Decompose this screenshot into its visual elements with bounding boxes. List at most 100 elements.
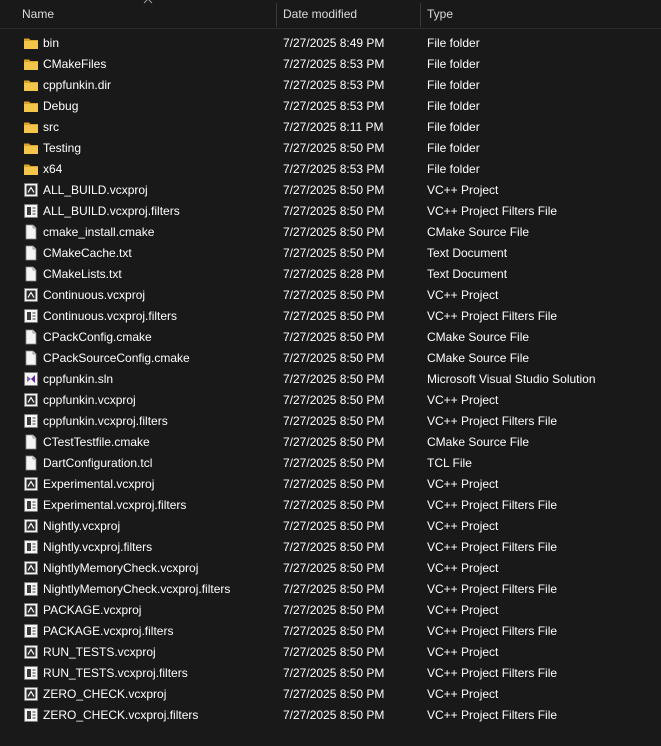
file-name[interactable]: RUN_TESTS.vcxproj [43, 642, 156, 663]
list-item[interactable]: cppfunkin.sln 7/27/2025 8:50 PM Microsoft … [0, 369, 661, 390]
file-name[interactable]: Debug [43, 96, 78, 117]
file-type: VC++ Project [427, 288, 499, 302]
column-divider[interactable] [276, 3, 277, 27]
file-name[interactable]: PACKAGE.vcxproj [43, 600, 141, 621]
filters-icon [23, 581, 39, 597]
document-icon [23, 350, 39, 366]
file-name[interactable]: CPackSourceConfig.cmake [43, 348, 190, 369]
list-item[interactable]: Continuous.vcxproj.filters 7/27/2025 8:50… [0, 306, 661, 327]
file-name[interactable]: cppfunkin.dir [43, 75, 111, 96]
list-item[interactable]: Experimental.vcxproj.filters 7/27/2025 8:… [0, 495, 661, 516]
filters-icon [23, 308, 39, 324]
vcxproj-icon [23, 392, 39, 408]
file-name[interactable]: Continuous.vcxproj [43, 285, 145, 306]
document-icon [23, 455, 39, 471]
file-name[interactable]: cppfunkin.vcxproj.filters [43, 411, 168, 432]
file-name[interactable]: ZERO_CHECK.vcxproj [43, 684, 166, 705]
list-item[interactable]: cppfunkin.vcxproj 7/27/2025 8:50 PM VC++ P… [0, 390, 661, 411]
file-date-modified: 7/27/2025 8:50 PM [283, 351, 385, 365]
file-type: VC++ Project Filters File [427, 204, 558, 218]
column-header-name[interactable]: Name [22, 0, 272, 29]
vcxproj-icon [23, 476, 39, 492]
file-name[interactable]: RUN_TESTS.vcxproj.filters [43, 663, 188, 684]
list-item[interactable]: NightlyMemoryCheck.vcxproj.filters 7/27/2… [0, 579, 661, 600]
file-name[interactable]: src [43, 117, 59, 138]
folder-icon [23, 56, 39, 72]
list-item[interactable]: src 7/27/2025 8:11 PM File folder [0, 117, 661, 138]
list-item[interactable]: CMakeFiles 7/27/2025 8:53 PM File folder [0, 54, 661, 75]
file-name[interactable]: ZERO_CHECK.vcxproj.filters [43, 705, 198, 726]
file-name[interactable]: PACKAGE.vcxproj.filters [43, 621, 173, 642]
file-name[interactable]: cppfunkin.sln [43, 369, 113, 390]
list-item[interactable]: bin 7/27/2025 8:49 PM File folder [0, 33, 661, 54]
file-type: VC++ Project Filters File [427, 708, 558, 722]
list-item[interactable]: Debug 7/27/2025 8:53 PM File folder [0, 96, 661, 117]
list-item[interactable]: PACKAGE.vcxproj 7/27/2025 8:50 PM VC++ Pro… [0, 600, 661, 621]
file-name[interactable]: cppfunkin.vcxproj [43, 390, 136, 411]
file-date-modified: 7/27/2025 8:50 PM [283, 582, 385, 596]
file-name[interactable]: bin [43, 33, 59, 54]
list-item[interactable]: Nightly.vcxproj 7/27/2025 8:50 PM VC++ Pro… [0, 516, 661, 537]
column-header: Name Date modified Type [0, 0, 661, 29]
file-type: CMake Source File [427, 351, 530, 365]
file-name[interactable]: Nightly.vcxproj [43, 516, 120, 537]
list-item[interactable]: RUN_TESTS.vcxproj 7/27/2025 8:50 PM VC++ P… [0, 642, 661, 663]
file-name[interactable]: CMakeFiles [43, 54, 106, 75]
list-item[interactable]: CPackSourceConfig.cmake 7/27/2025 8:50 PM… [0, 348, 661, 369]
list-item[interactable]: cppfunkin.dir 7/27/2025 8:53 PM File folde… [0, 75, 661, 96]
list-item[interactable]: DartConfiguration.tcl 7/27/2025 8:50 PM TC… [0, 453, 661, 474]
file-name[interactable]: CPackConfig.cmake [43, 327, 152, 348]
file-name[interactable]: NightlyMemoryCheck.vcxproj.filters [43, 579, 230, 600]
file-date-modified: 7/27/2025 8:50 PM [283, 141, 385, 155]
list-item[interactable]: Nightly.vcxproj.filters 7/27/2025 8:50 PM… [0, 537, 661, 558]
list-item[interactable]: cppfunkin.vcxproj.filters 7/27/2025 8:50 … [0, 411, 661, 432]
file-name[interactable]: cmake_install.cmake [43, 222, 154, 243]
file-type: File folder [427, 141, 480, 155]
file-name[interactable]: Nightly.vcxproj.filters [43, 537, 152, 558]
column-header-date-modified[interactable]: Date modified [283, 0, 413, 29]
file-name[interactable]: Testing [43, 138, 81, 159]
file-type: VC++ Project [427, 687, 499, 701]
list-item[interactable]: CMakeLists.txt 7/27/2025 8:28 PM Text Docu… [0, 264, 661, 285]
file-name[interactable]: Continuous.vcxproj.filters [43, 306, 177, 327]
file-date-modified: 7/27/2025 8:50 PM [283, 561, 385, 575]
file-date-modified: 7/27/2025 8:50 PM [283, 708, 385, 722]
column-header-type[interactable]: Type [427, 0, 627, 29]
list-item[interactable]: ZERO_CHECK.vcxproj.filters 7/27/2025 8:50… [0, 705, 661, 726]
list-item[interactable]: ZERO_CHECK.vcxproj 7/27/2025 8:50 PM VC++ … [0, 684, 661, 705]
file-name[interactable]: Experimental.vcxproj.filters [43, 495, 186, 516]
list-item[interactable]: CPackConfig.cmake 7/27/2025 8:50 PM CMake … [0, 327, 661, 348]
file-name[interactable]: ALL_BUILD.vcxproj.filters [43, 201, 180, 222]
list-item[interactable]: ALL_BUILD.vcxproj.filters 7/27/2025 8:50 … [0, 201, 661, 222]
file-name[interactable]: CTestTestfile.cmake [43, 432, 150, 453]
list-item[interactable]: cmake_install.cmake 7/27/2025 8:50 PM CMak… [0, 222, 661, 243]
list-item[interactable]: Continuous.vcxproj 7/27/2025 8:50 PM VC++ … [0, 285, 661, 306]
list-item[interactable]: NightlyMemoryCheck.vcxproj 7/27/2025 8:50… [0, 558, 661, 579]
file-name[interactable]: CMakeCache.txt [43, 243, 132, 264]
file-name[interactable]: CMakeLists.txt [43, 264, 122, 285]
filters-icon [23, 413, 39, 429]
file-type: VC++ Project [427, 393, 499, 407]
file-name[interactable]: Experimental.vcxproj [43, 474, 154, 495]
file-date-modified: 7/27/2025 8:50 PM [283, 372, 385, 386]
file-name[interactable]: x64 [43, 159, 62, 180]
column-divider[interactable] [420, 3, 421, 27]
file-date-modified: 7/27/2025 8:28 PM [283, 267, 385, 281]
list-item[interactable]: ALL_BUILD.vcxproj 7/27/2025 8:50 PM VC++ P… [0, 180, 661, 201]
list-item[interactable]: CTestTestfile.cmake 7/27/2025 8:50 PM CMak… [0, 432, 661, 453]
file-name[interactable]: DartConfiguration.tcl [43, 453, 152, 474]
file-type: VC++ Project [427, 645, 499, 659]
file-name[interactable]: NightlyMemoryCheck.vcxproj [43, 558, 198, 579]
list-item[interactable]: PACKAGE.vcxproj.filters 7/27/2025 8:50 PM… [0, 621, 661, 642]
list-item[interactable]: Testing 7/27/2025 8:50 PM File folder [0, 138, 661, 159]
list-item[interactable]: CMakeCache.txt 7/27/2025 8:50 PM Text Docu… [0, 243, 661, 264]
folder-icon [23, 161, 39, 177]
file-type: VC++ Project Filters File [427, 624, 558, 638]
list-item[interactable]: x64 7/27/2025 8:53 PM File folder [0, 159, 661, 180]
list-item[interactable]: Experimental.vcxproj 7/27/2025 8:50 PM VC+… [0, 474, 661, 495]
document-icon [23, 329, 39, 345]
file-date-modified: 7/27/2025 8:50 PM [283, 603, 385, 617]
file-type: VC++ Project Filters File [427, 414, 558, 428]
list-item[interactable]: RUN_TESTS.vcxproj.filters 7/27/2025 8:50 … [0, 663, 661, 684]
file-name[interactable]: ALL_BUILD.vcxproj [43, 180, 148, 201]
